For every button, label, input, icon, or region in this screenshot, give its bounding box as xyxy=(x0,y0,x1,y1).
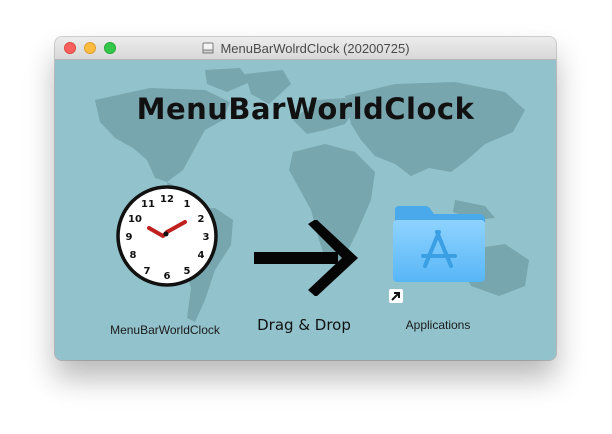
disk-image-icon xyxy=(202,42,214,54)
title-bar[interactable]: MenuBarWolrdClock (20200725) xyxy=(55,37,556,60)
clock-number: 12 xyxy=(160,194,174,205)
drag-drop-label: Drag & Drop xyxy=(257,316,351,334)
app-label: MenuBarWorldClock xyxy=(110,323,220,337)
clock-number: 9 xyxy=(126,232,133,243)
clock-number: 7 xyxy=(144,266,151,277)
clock-number: 4 xyxy=(198,250,205,261)
clock-number: 2 xyxy=(198,214,205,225)
applications-label: Applications xyxy=(405,318,471,332)
clock-icon[interactable]: 12 1 2 3 4 5 6 7 8 9 10 11 xyxy=(113,182,221,290)
window-title-group: MenuBarWolrdClock (20200725) xyxy=(55,37,556,59)
clock-number: 6 xyxy=(164,271,171,282)
clock-number: 11 xyxy=(141,199,155,210)
right-arrow-icon xyxy=(254,220,358,296)
clock-number: 10 xyxy=(128,214,142,225)
alias-arrow-icon xyxy=(389,289,403,303)
clock-number: 1 xyxy=(184,199,191,210)
dmg-background: MenuBarWorldClock 12 1 2 3 4 5 6 7 8 9 1… xyxy=(55,60,556,360)
window-title: MenuBarWolrdClock (20200725) xyxy=(220,40,410,56)
clock-number: 5 xyxy=(184,266,191,277)
applications-folder-icon[interactable] xyxy=(389,202,489,286)
installer-window: MenuBarWolrdClock (20200725) MenuBarWorl… xyxy=(55,37,556,360)
heading: MenuBarWorldClock xyxy=(136,92,475,126)
clock-number: 8 xyxy=(130,250,137,261)
clock-number: 3 xyxy=(203,232,210,243)
